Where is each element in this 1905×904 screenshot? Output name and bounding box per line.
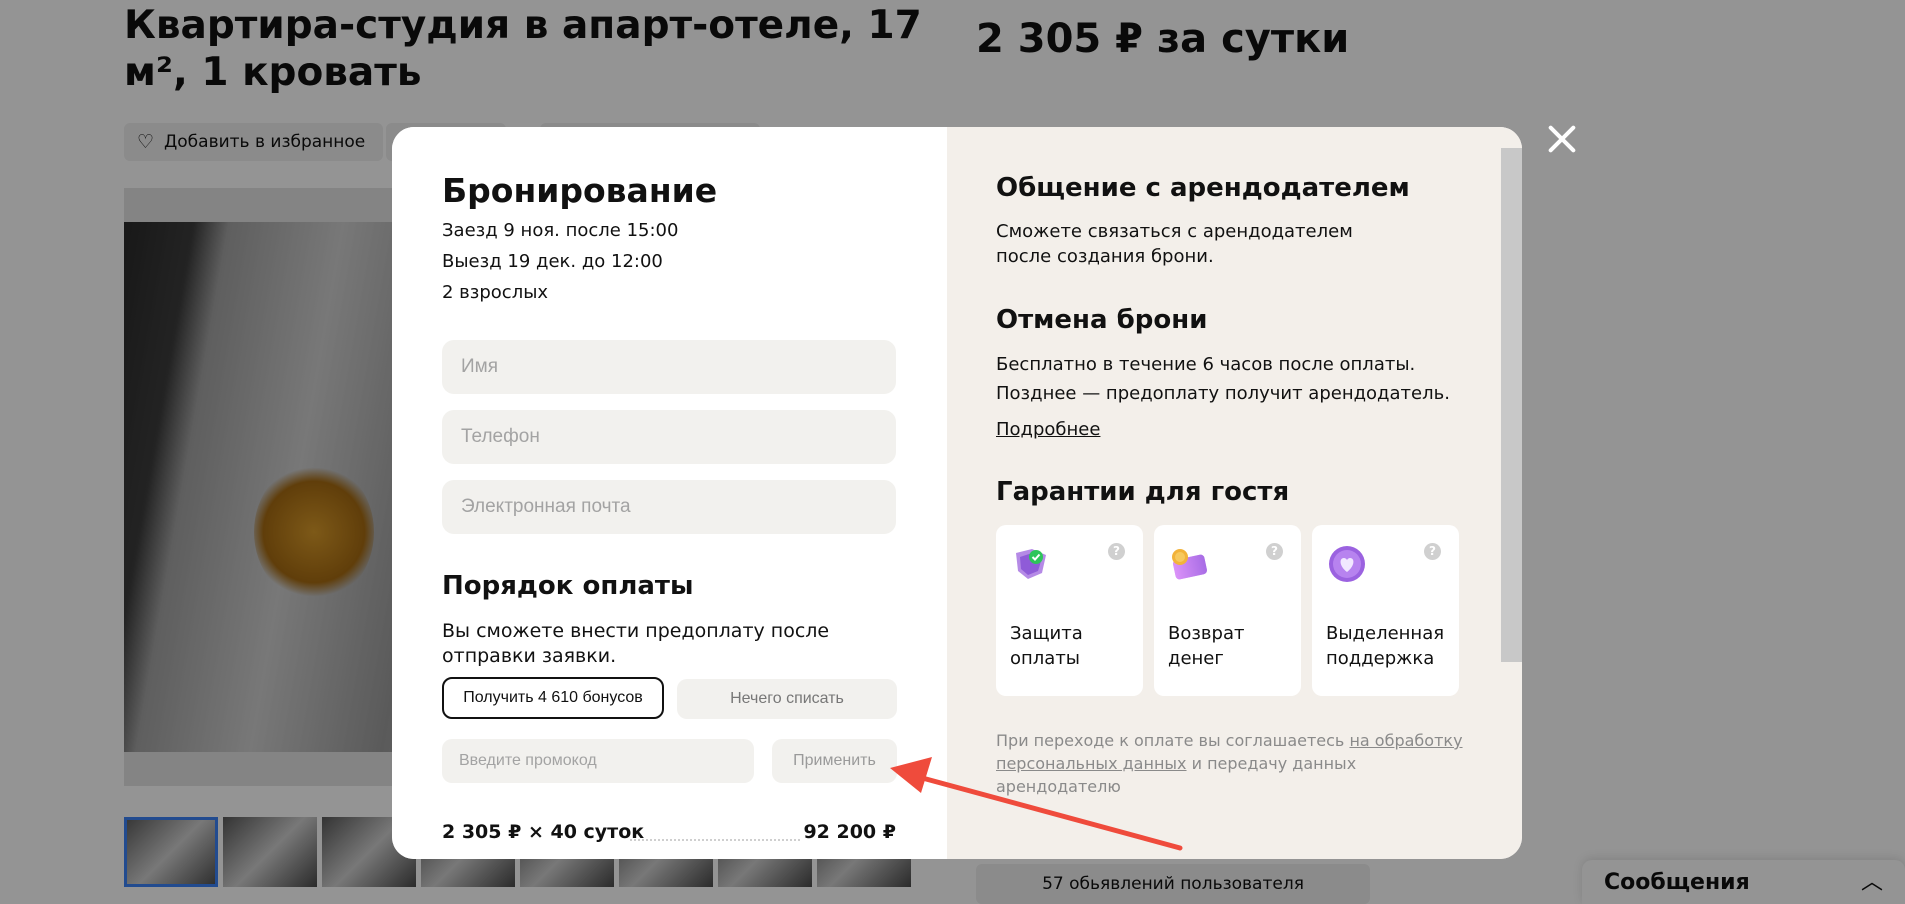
help-icon[interactable]: ? bbox=[1266, 543, 1283, 560]
booking-title: Бронирование bbox=[442, 171, 718, 210]
apply-promo-button[interactable]: Применить bbox=[772, 739, 897, 783]
contact-text-line-2: после создания брони. bbox=[996, 246, 1214, 267]
price-breakdown-label: 2 305 ₽ × 40 суток bbox=[442, 821, 645, 843]
checkin-info: Заезд 9 ноя. после 15:00 bbox=[442, 220, 679, 241]
contact-title: Общение с арендодателем bbox=[996, 173, 1410, 203]
booking-form-panel: Бронирование Заезд 9 ноя. после 15:00 Вы… bbox=[392, 127, 947, 859]
guarantee-card-support[interactable]: ? Выделенная поддержка bbox=[1312, 525, 1459, 696]
close-icon[interactable] bbox=[1545, 122, 1579, 156]
heart-icon bbox=[1329, 546, 1365, 582]
guests-info: 2 взрослых bbox=[442, 282, 549, 303]
guarantee-card-refund[interactable]: ? Возврат денег bbox=[1154, 525, 1301, 696]
modal-scrollbar[interactable] bbox=[1501, 148, 1522, 662]
guarantee-card-payment-protection[interactable]: ? Защита оплаты bbox=[996, 525, 1143, 696]
cancel-text-line-2: Позднее — предоплату получит арендодател… bbox=[996, 383, 1450, 404]
cancel-title: Отмена брони bbox=[996, 305, 1208, 335]
card-coin-icon bbox=[1172, 549, 1207, 580]
price-total: 92 200 ₽ bbox=[803, 821, 896, 843]
consent-link[interactable]: на обработку bbox=[1349, 731, 1462, 750]
booking-modal: Бронирование Заезд 9 ноя. после 15:00 Вы… bbox=[392, 127, 1522, 859]
help-icon[interactable]: ? bbox=[1108, 543, 1125, 560]
help-icon[interactable]: ? bbox=[1424, 543, 1441, 560]
contact-text-line-1: Сможете связаться с арендодателем bbox=[996, 221, 1353, 242]
dotted-leader bbox=[630, 839, 800, 841]
name-field[interactable] bbox=[442, 340, 896, 394]
nothing-to-redeem-button[interactable]: Нечего списать bbox=[677, 679, 897, 719]
phone-field[interactable] bbox=[442, 410, 896, 464]
guarantee-label: Защита оплаты bbox=[1010, 623, 1083, 669]
cancel-text-line-1: Бесплатно в течение 6 часов после оплаты… bbox=[996, 354, 1416, 375]
checkout-info: Выезд 19 дек. до 12:00 bbox=[442, 251, 663, 272]
guarantee-label: Выделенная поддержка bbox=[1326, 623, 1445, 669]
more-details-link[interactable]: Подробнее bbox=[996, 419, 1100, 440]
guarantee-label: Возврат денег bbox=[1168, 623, 1245, 669]
email-field[interactable] bbox=[442, 480, 896, 534]
payment-description: Вы сможете внести предоплату после отпра… bbox=[442, 620, 830, 667]
shield-check-icon bbox=[1016, 549, 1046, 579]
payment-title: Порядок оплаты bbox=[442, 571, 694, 601]
consent-link[interactable]: персональных данных bbox=[996, 754, 1187, 773]
get-bonus-button[interactable]: Получить 4 610 бонусов bbox=[442, 677, 664, 719]
guarantees-title: Гарантии для гостя bbox=[996, 477, 1290, 507]
promo-code-input[interactable] bbox=[442, 739, 754, 783]
consent-text: При переходе к оплате вы соглашаетесь на… bbox=[996, 731, 1463, 796]
